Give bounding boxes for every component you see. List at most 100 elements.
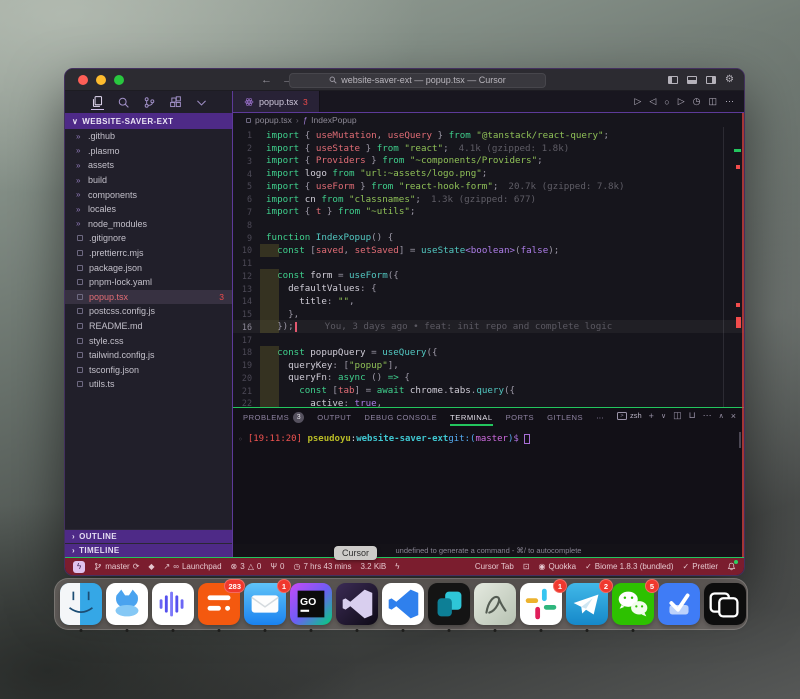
toggle-secondary-sidebar-icon[interactable] (706, 76, 716, 84)
dock-app-telegram[interactable]: 2 (566, 583, 608, 625)
code-line-11[interactable]: 11 (233, 257, 744, 270)
maximize-panel-icon[interactable]: ∧ (719, 412, 724, 420)
outline-section-header[interactable]: › OUTLINE (65, 529, 232, 543)
status-launchpad[interactable]: ↗∞Launchpad (164, 562, 222, 571)
file-row-tsconfig.json[interactable]: tsconfig.json (65, 363, 232, 378)
terminal-shell-chip[interactable]: > zsh (617, 411, 642, 420)
tab-popup-tsx[interactable]: popup.tsx 3 (233, 91, 320, 112)
status-gitlens[interactable]: ◆ (148, 562, 154, 571)
status-problems[interactable]: ⊗3△0 (231, 562, 262, 571)
dock-app-vscode[interactable] (382, 583, 424, 625)
dock-app-dark-square-app[interactable] (428, 583, 470, 625)
panel-tab-terminal[interactable]: TERMINAL (450, 408, 492, 426)
dock-app-slack[interactable]: 1 (520, 583, 562, 625)
minimize-window-button[interactable] (96, 75, 106, 85)
activity-extensions-icon[interactable] (169, 96, 182, 109)
breadcrumb-symbol[interactable]: IndexPopup (311, 115, 356, 125)
folder-row-build[interactable]: »build (65, 173, 232, 188)
status-notifications[interactable] (727, 562, 736, 571)
status-plug[interactable]: ϟ (395, 562, 399, 571)
code-line-18[interactable]: 18 const popupQuery = useQuery({ (233, 346, 744, 359)
commit-dot-icon[interactable]: ○ (664, 97, 669, 107)
code-line-6[interactable]: 6import cn from "classnames";1.3k (gzipp… (233, 193, 744, 206)
panel-tab-problems[interactable]: PROBLEMS3 (243, 408, 304, 426)
code-line-12[interactable]: 12 const form = useForm({ (233, 269, 744, 282)
more-actions-icon[interactable]: ⋯ (725, 96, 734, 107)
dock-app-waveform-app[interactable] (152, 583, 194, 625)
folder-row-assets[interactable]: »assets (65, 158, 232, 173)
run-button[interactable]: ▷ (634, 96, 641, 107)
code-editor[interactable]: 1import { useMutation, useQuery } from "… (233, 127, 744, 407)
dock-app-goland[interactable]: GO (290, 583, 332, 625)
activity-chevron-down-icon[interactable] (195, 96, 208, 109)
file-row-postcss.config.js[interactable]: postcss.config.js (65, 304, 232, 319)
code-line-21[interactable]: 21 const [tab] = await chrome.tabs.query… (233, 384, 744, 397)
activity-search-icon[interactable] (117, 96, 130, 109)
status-biome[interactable]: ✓Biome 1.8.3 (bundled) (585, 562, 673, 571)
settings-gear-icon[interactable]: ⚙ (725, 74, 734, 85)
code-line-9[interactable]: 9function IndexPopup() { (233, 231, 744, 244)
panel-tab-debug-console[interactable]: DEBUG CONSOLE (364, 408, 437, 426)
code-line-5[interactable]: 5import { useForm } from "react-hook-for… (233, 180, 744, 193)
dock-app-cursor[interactable] (336, 583, 378, 625)
file-row-style.css[interactable]: style.css (65, 333, 232, 348)
folder-row-.github[interactable]: ».github (65, 129, 232, 144)
toggle-primary-sidebar-icon[interactable] (668, 76, 678, 84)
dock-app-fox-app[interactable] (106, 583, 148, 625)
status-remote[interactable]: ϟ (73, 561, 85, 573)
dock-app-finder[interactable] (60, 583, 102, 625)
split-editor-icon[interactable]: ◫ (708, 96, 717, 107)
panel-tab-⋯[interactable]: ⋯ (596, 408, 604, 426)
file-row-package.json[interactable]: package.json (65, 260, 232, 275)
dock-app-notes-app[interactable]: 283 (198, 583, 240, 625)
command-center[interactable]: website-saver-ext — popup.tsx — Cursor (289, 73, 546, 88)
code-line-1[interactable]: 1import { useMutation, useQuery } from "… (233, 129, 744, 142)
panel-tab-gitlens[interactable]: GITLENS (547, 408, 583, 426)
more-actions-icon[interactable]: ⋯ (703, 410, 712, 421)
file-row-.prettierrc.mjs[interactable]: .prettierrc.mjs (65, 246, 232, 261)
activity-source-control-icon[interactable] (143, 96, 156, 109)
code-line-16[interactable]: 16 });You, 3 days ago • feat: init repo … (233, 320, 744, 333)
status-branch[interactable]: master⟳ (94, 562, 139, 571)
dock-app-wechat[interactable]: 5 (612, 583, 654, 625)
toggle-panel-icon[interactable] (687, 76, 697, 84)
previous-change-icon[interactable]: ◁ (649, 96, 656, 107)
code-line-14[interactable]: 14 title: "", (233, 295, 744, 308)
terminal-scrollbar[interactable] (739, 432, 741, 448)
breadcrumb-file[interactable]: popup.tsx (255, 115, 292, 125)
code-line-8[interactable]: 8 (233, 218, 744, 231)
window-titlebar[interactable]: ← → website-saver-ext — popup.tsx — Curs… (65, 69, 744, 91)
dock-app-arc-browser[interactable] (474, 583, 516, 625)
file-row-pnpm-lock.yaml[interactable]: pnpm-lock.yaml (65, 275, 232, 290)
file-row-utils.ts[interactable]: utils.ts (65, 377, 232, 392)
status-forks[interactable]: Ψ0 (270, 562, 284, 571)
close-window-button[interactable] (78, 75, 88, 85)
activity-files-icon[interactable] (91, 95, 104, 110)
code-line-20[interactable]: 20 queryFn: async () => { (233, 372, 744, 385)
code-line-19[interactable]: 19 queryKey: ["popup"], (233, 359, 744, 372)
code-line-13[interactable]: 13 defaultValues: { (233, 282, 744, 295)
status-filesize[interactable]: 3.2 KiB (360, 562, 386, 571)
folder-row-node_modules[interactable]: »node_modules (65, 217, 232, 232)
terminal-output[interactable]: ◦ [19:11:20] pseudoyu : website-saver-ex… (233, 426, 744, 444)
code-line-3[interactable]: 3import { Providers } from "~components/… (233, 155, 744, 168)
code-line-7[interactable]: 7import { t } from "~utils"; (233, 206, 744, 219)
folder-row-components[interactable]: »components (65, 187, 232, 202)
timeline-icon[interactable]: ◷ (693, 96, 701, 107)
explorer-root-header[interactable]: ∨ WEBSITE-SAVER-EXT (65, 113, 232, 129)
next-change-icon[interactable]: ▷ (678, 96, 685, 107)
status-copilot[interactable]: ⊡ (523, 562, 530, 571)
folder-row-locales[interactable]: »locales (65, 202, 232, 217)
code-line-22[interactable]: 22 active: true, (233, 397, 744, 407)
file-row-popup.tsx[interactable]: popup.tsx3 (65, 290, 232, 305)
dock-app-stacked-windows-app[interactable] (704, 583, 746, 625)
file-row-tailwind.config.js[interactable]: tailwind.config.js (65, 348, 232, 363)
file-row-.gitignore[interactable]: .gitignore (65, 231, 232, 246)
code-line-2[interactable]: 2import { useState } from "react";4.1k (… (233, 142, 744, 155)
breadcrumb[interactable]: popup.tsx › ƒ IndexPopup (233, 113, 744, 127)
status-prettier[interactable]: ✓Prettier (683, 562, 719, 571)
zoom-window-button[interactable] (114, 75, 124, 85)
dock-app-things[interactable] (658, 583, 700, 625)
panel-tab-ports[interactable]: PORTS (506, 408, 535, 426)
terminal-dropdown-icon[interactable]: ∨ (661, 412, 666, 420)
